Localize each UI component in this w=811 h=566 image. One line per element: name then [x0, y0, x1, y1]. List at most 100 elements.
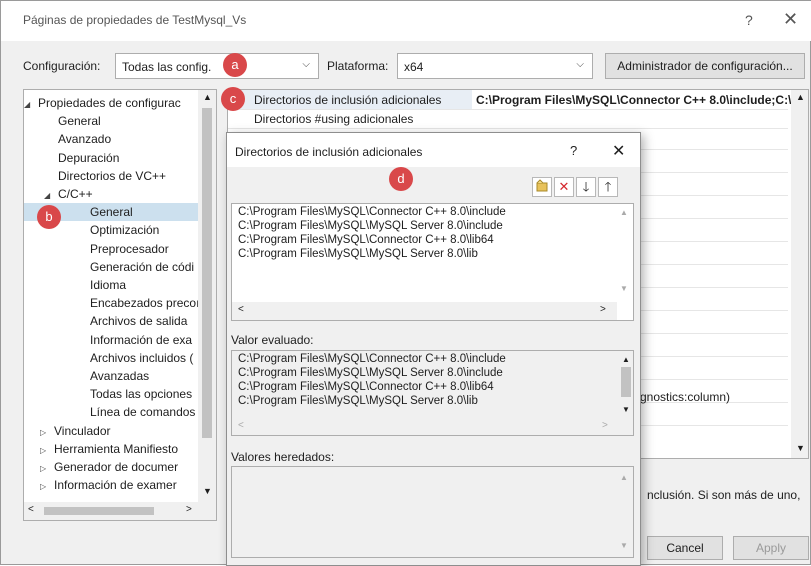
tree-item-label: Depuración: [58, 150, 120, 165]
tree-item[interactable]: ◢ Propiedades de configurac: [24, 94, 198, 112]
tree-vertical-scrollbar[interactable]: ▲ ▼: [198, 90, 216, 502]
scroll-down-icon[interactable]: ▼: [622, 405, 630, 414]
expand-arrow-icon[interactable]: ▷: [40, 478, 54, 496]
include-dir-entry[interactable]: C:\Program Files\MySQL\MySQL Server 8.0\…: [238, 220, 503, 232]
evaluated-entry: C:\Program Files\MySQL\Connector C++ 8.0…: [238, 381, 494, 393]
tree-item[interactable]: Archivos incluidos (: [24, 349, 198, 367]
tree-item-label: Propiedades de configurac: [38, 96, 181, 110]
scroll-right-icon[interactable]: >: [602, 420, 608, 431]
configuration-value: Todas las config.: [122, 60, 212, 74]
move-up-icon[interactable]: 🡑: [598, 177, 618, 197]
configuration-label: Configuración:: [23, 59, 101, 73]
tree-item[interactable]: ▷ Generador de documer: [24, 458, 198, 476]
grid-vertical-scrollbar[interactable]: ▲ ▼: [791, 90, 808, 458]
scroll-right-icon[interactable]: >: [186, 504, 192, 515]
tree-item-label: General: [90, 205, 133, 220]
tree-item-label: Directorios de VC++: [58, 168, 167, 183]
tree-item[interactable]: Avanzadas: [24, 367, 198, 385]
window-title: Páginas de propiedades de TestMysql_Vs: [23, 13, 247, 27]
chevron-down-icon: ⌵: [302, 59, 310, 70]
tree-item[interactable]: Idioma: [24, 276, 198, 294]
tree-item[interactable]: ◢ C/C++: [24, 185, 198, 203]
tree-item[interactable]: Directorios de VC++: [24, 167, 198, 185]
platform-select[interactable]: x64 ⌵: [397, 53, 593, 79]
property-value-include-dirs[interactable]: C:\Program Files\MySQL\Connector C++ 8.0…: [476, 93, 795, 107]
tree-item[interactable]: ▷ Información de examer: [24, 476, 198, 494]
dialog-close-icon[interactable]: ✕: [612, 141, 625, 161]
tree-item-label: Encabezados precoı: [90, 296, 200, 311]
dialog-title: Directorios de inclusión adicionales: [235, 145, 423, 159]
tree-item[interactable]: Preprocesador: [24, 240, 198, 258]
scroll-up-icon[interactable]: ▲: [203, 92, 212, 102]
tree-item[interactable]: ▷ Herramienta Manifiesto: [24, 440, 198, 458]
tree-item-label: Generación de códi: [90, 259, 195, 274]
tree-item-label: Generador de documer: [54, 460, 179, 474]
scroll-down-icon[interactable]: ▼: [620, 541, 628, 550]
move-down-icon[interactable]: 🡓: [576, 177, 596, 197]
tree-item-label: Línea de comandos: [90, 405, 196, 420]
tree-item[interactable]: Depuración: [24, 149, 198, 167]
cancel-button[interactable]: Cancel: [647, 536, 723, 560]
new-line-icon[interactable]: [532, 177, 552, 197]
tree-horizontal-scrollbar[interactable]: < >: [24, 502, 216, 520]
include-dirs-edit-box[interactable]: C:\Program Files\MySQL\Connector C++ 8.0…: [231, 203, 634, 321]
help-icon[interactable]: ?: [745, 12, 753, 28]
include-directories-dialog: Directorios de inclusión adicionales ? ✕…: [226, 132, 641, 566]
tree-item[interactable]: Archivos de salida: [24, 312, 198, 330]
tree-item[interactable]: Generación de códi: [24, 258, 198, 276]
annotation-badge-b: b: [37, 205, 61, 229]
evaluated-horizontal-scrollbar[interactable]: < >: [232, 419, 618, 435]
delete-icon[interactable]: ✕: [554, 177, 574, 197]
property-value-partial: gnostics:column): [640, 390, 731, 404]
platform-value: x64: [404, 60, 424, 74]
tree-item[interactable]: Encabezados precoı: [24, 294, 200, 312]
scroll-right-icon[interactable]: >: [600, 304, 606, 315]
tree-item-label: Optimización: [90, 223, 160, 238]
scroll-up-icon[interactable]: ▲: [796, 92, 805, 102]
tree-item-label: Información de exa: [90, 332, 193, 347]
scroll-left-icon[interactable]: <: [238, 304, 244, 315]
configuration-manager-button[interactable]: Administrador de configuración...: [605, 53, 805, 79]
tree-item[interactable]: Todas las opciones: [24, 385, 198, 403]
scrollbar-thumb[interactable]: [202, 108, 212, 438]
title-bar: Páginas de propiedades de TestMysql_Vs ?…: [1, 1, 811, 41]
tree-item-label: Archivos de salida: [90, 314, 188, 329]
tree-item-label: Archivos incluidos (: [90, 350, 194, 365]
scroll-left-icon[interactable]: <: [28, 504, 34, 515]
tree-item[interactable]: Información de exa: [24, 331, 198, 349]
property-tree[interactable]: ◢ Propiedades de configurac General Avanzad…: [23, 89, 217, 521]
scroll-down-icon[interactable]: ▼: [796, 443, 805, 453]
scroll-down-icon[interactable]: ▼: [203, 486, 212, 496]
evaluated-value-label: Valor evaluado:: [231, 333, 314, 347]
tree-item-label: C/C++: [58, 187, 93, 201]
scroll-up-icon[interactable]: ▲: [620, 208, 628, 217]
property-name-include-dirs[interactable]: Directorios de inclusión adicionales: [254, 93, 441, 107]
tree-item[interactable]: Línea de comandos: [24, 403, 198, 421]
tree-item[interactable]: Avanzado: [24, 130, 198, 148]
evaluated-scrollbar[interactable]: ▲ ▼: [618, 351, 633, 419]
include-dir-entry[interactable]: C:\Program Files\MySQL\Connector C++ 8.0…: [238, 234, 494, 246]
scroll-left-icon[interactable]: <: [238, 420, 244, 431]
scroll-up-icon[interactable]: ▲: [620, 473, 628, 482]
tree-item[interactable]: General: [24, 112, 198, 130]
tree-item[interactable]: ▷ Vinculador: [24, 422, 198, 440]
scrollbar-thumb[interactable]: [44, 507, 154, 515]
tree-item-label: Avanzado: [58, 132, 112, 147]
property-pages-window: Páginas de propiedades de TestMysql_Vs ?…: [0, 0, 811, 566]
close-icon[interactable]: ✕: [783, 9, 798, 30]
scrollbar-thumb[interactable]: [621, 367, 631, 397]
include-dir-entry[interactable]: C:\Program Files\MySQL\MySQL Server 8.0\…: [238, 248, 478, 260]
tree-item-label: Todas las opciones: [90, 387, 193, 402]
evaluated-entry: C:\Program Files\MySQL\Connector C++ 8.0…: [238, 353, 506, 365]
evaluated-value-box: C:\Program Files\MySQL\Connector C++ 8.0…: [231, 350, 634, 436]
scroll-up-icon[interactable]: ▲: [622, 355, 630, 364]
configuration-select[interactable]: Todas las config. ⌵: [115, 53, 319, 79]
grid-line: [228, 109, 788, 110]
apply-button[interactable]: Apply: [733, 536, 809, 560]
dialog-help-icon[interactable]: ?: [570, 143, 577, 158]
scroll-down-icon[interactable]: ▼: [620, 284, 628, 293]
horizontal-scrollbar[interactable]: < >: [232, 302, 617, 320]
chevron-down-icon: ⌵: [576, 59, 584, 70]
property-name-using-dirs[interactable]: Directorios #using adicionales: [254, 112, 413, 126]
include-dir-entry[interactable]: C:\Program Files\MySQL\Connector C++ 8.0…: [238, 206, 506, 218]
